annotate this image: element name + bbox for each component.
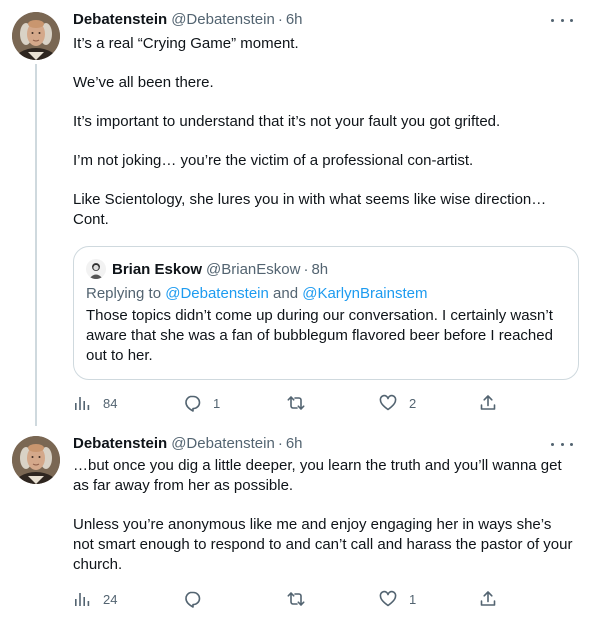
- author-name[interactable]: Debatenstein: [73, 10, 167, 30]
- author-handle[interactable]: @Debatenstein: [171, 434, 275, 454]
- share-button[interactable]: [479, 589, 497, 609]
- tweet[interactable]: Debatenstein @Debatenstein · 6h …but onc…: [0, 426, 591, 618]
- thread-connector-line: [35, 64, 37, 426]
- views-button[interactable]: 24: [73, 589, 117, 609]
- views-button[interactable]: 84: [73, 393, 117, 413]
- share-icon: [480, 591, 496, 606]
- tweet-header: Debatenstein @Debatenstein · 6h: [73, 434, 303, 454]
- avatar[interactable]: [12, 436, 60, 484]
- tweet-paragraph: Cont.: [73, 211, 109, 228]
- reply-icon: [185, 395, 201, 412]
- tweet-paragraph: We’ve all been there.: [73, 74, 214, 91]
- tweet[interactable]: Debatenstein @Debatenstein · 6h It’s a r…: [0, 0, 591, 426]
- mention-link[interactable]: @Debatenstein: [165, 285, 269, 302]
- more-icon[interactable]: [551, 10, 573, 30]
- tweet-text: It’s a real “Crying Game” moment. We’ve …: [73, 34, 573, 230]
- quoted-avatar: [86, 259, 106, 279]
- tweet-text: …but once you dig a little deeper, you l…: [73, 456, 573, 575]
- portrait-avatar-icon: [86, 259, 106, 279]
- tweet-paragraph: It’s important to understand that it’s n…: [73, 113, 501, 130]
- views-icon: [75, 397, 90, 410]
- like-count: 2: [409, 395, 417, 411]
- tweet-header: Debatenstein @Debatenstein · 6h: [73, 10, 303, 30]
- reply-count: 1: [213, 395, 221, 411]
- separator-dot: ·: [277, 435, 283, 452]
- retweet-icon: [287, 592, 305, 606]
- replying-and: and: [268, 285, 303, 302]
- timestamp[interactable]: 6h: [286, 434, 303, 454]
- share-icon: [480, 395, 496, 410]
- quoted-tweet[interactable]: Brian Eskow @BrianEskow · 8h Replying to…: [73, 246, 579, 380]
- like-count: 1: [409, 591, 417, 607]
- tweet-actions: 84 1 2: [73, 393, 513, 413]
- author-name[interactable]: Debatenstein: [73, 434, 167, 454]
- quoted-tweet-text: Those topics didn’t come up during our c…: [86, 307, 553, 364]
- like-icon: [379, 590, 397, 607]
- timestamp[interactable]: 6h: [286, 10, 303, 30]
- like-button[interactable]: 2: [379, 393, 416, 413]
- views-icon: [75, 593, 90, 606]
- tweet-paragraph: Like Scientology, she lures you in with …: [73, 191, 547, 208]
- separator-dot: ·: [303, 260, 309, 278]
- retweet-button[interactable]: [287, 589, 317, 609]
- portrait-avatar-icon: [12, 436, 60, 484]
- portrait-avatar-icon: [12, 12, 60, 60]
- quoted-author-name[interactable]: Brian Eskow: [112, 261, 202, 278]
- tweet-paragraph: Unless you’re anonymous like me and enjo…: [73, 516, 573, 573]
- tweet-actions: 24 1: [73, 589, 513, 609]
- replying-to: Replying to @Debatenstein and @KarlynBra…: [86, 284, 428, 304]
- retweet-button[interactable]: [287, 393, 317, 413]
- share-button[interactable]: [479, 393, 497, 413]
- more-icon[interactable]: [551, 434, 573, 454]
- avatar[interactable]: [12, 12, 60, 60]
- retweet-icon: [287, 396, 305, 410]
- quoted-tweet-header: Brian Eskow @BrianEskow · 8h: [86, 259, 328, 279]
- separator-dot: ·: [277, 11, 283, 28]
- author-handle[interactable]: @Debatenstein: [171, 10, 275, 30]
- like-button[interactable]: 1: [379, 589, 416, 609]
- views-count: 84: [103, 395, 118, 411]
- tweet-paragraph: …but once you dig a little deeper, you l…: [73, 457, 562, 494]
- views-count: 24: [103, 591, 118, 607]
- quoted-author-handle[interactable]: @BrianEskow: [206, 261, 300, 278]
- like-icon: [379, 394, 397, 411]
- reply-button[interactable]: 1: [183, 393, 220, 413]
- tweet-paragraph: I’m not joking… you’re the victim of a p…: [73, 152, 474, 169]
- reply-icon: [185, 591, 201, 608]
- replying-to-prefix: Replying to: [86, 285, 166, 302]
- mention-link[interactable]: @KarlynBrainstem: [302, 285, 427, 302]
- tweet-paragraph: It’s a real “Crying Game” moment.: [73, 35, 299, 52]
- quoted-timestamp[interactable]: 8h: [311, 261, 328, 278]
- reply-button[interactable]: [183, 589, 213, 609]
